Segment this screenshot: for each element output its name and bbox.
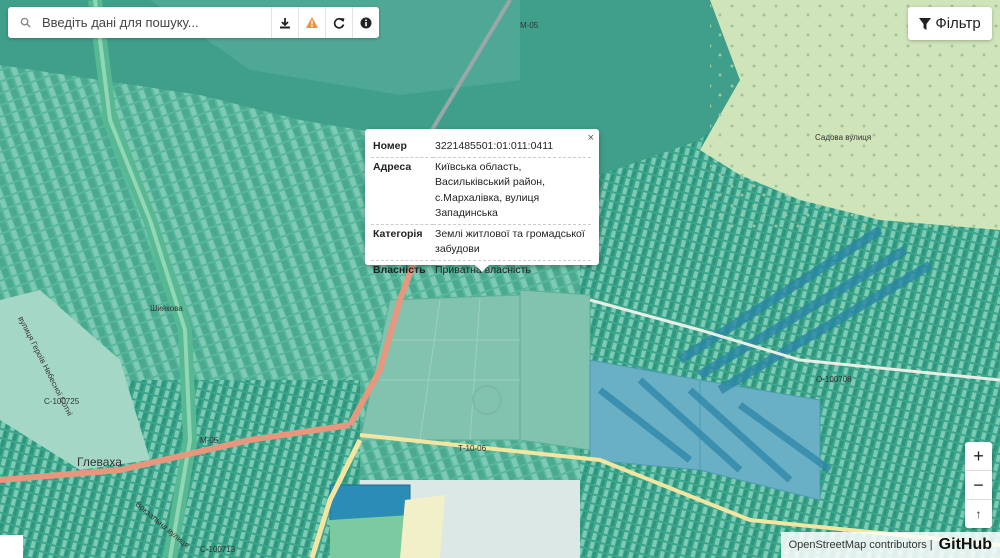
row-value-category: Землі житлової та громадської забудови — [435, 227, 585, 256]
row-key-ownership: Власність — [373, 263, 426, 276]
row-key-number: Номер — [373, 140, 407, 152]
refresh-button[interactable] — [325, 7, 352, 38]
table-row: Власність Приватна власність — [371, 260, 591, 280]
zoom-controls: + − ↑ — [965, 442, 992, 528]
download-button[interactable] — [271, 7, 298, 38]
table-row: Категорія Землі житлової та громадської … — [371, 224, 591, 260]
github-link[interactable]: GitHub — [939, 536, 992, 554]
table-row: Адреса Київська область, Васильківський … — [371, 157, 591, 224]
row-key-address: Адреса — [373, 160, 412, 173]
reset-north-button[interactable]: ↑ — [965, 500, 992, 528]
funnel-icon — [919, 17, 932, 30]
download-icon — [280, 17, 290, 28]
attribution: OpenStreetMap contributors | GitHub — [780, 532, 1000, 558]
search-input[interactable] — [42, 15, 271, 30]
road-label-o100708: О-100708 — [816, 375, 852, 384]
road-label-c100725: С-100725 — [44, 397, 80, 406]
road-label-t1006: Т-10-06 — [458, 444, 487, 453]
parcel-info-table: Номер 3221485501:01:011:0411 Адреса Київ… — [371, 137, 591, 280]
filter-button[interactable]: Фільтр — [908, 7, 992, 40]
row-value-address: Київська область, Васильківський район, … — [435, 160, 546, 220]
warning-button[interactable] — [298, 7, 325, 38]
parcel-info-popup: × Номер 3221485501:01:011:0411 Адреса Ки… — [365, 129, 599, 276]
place-label-shyakova: Шиякова — [150, 304, 183, 313]
table-row: Номер 3221485501:01:011:0411 — [371, 137, 591, 157]
road-label-c100713: С-100713 — [200, 545, 236, 554]
warning-icon — [306, 17, 318, 28]
search-icon — [8, 17, 42, 28]
zoom-out-button[interactable]: − — [965, 471, 992, 500]
row-value-ownership: Приватна власність — [435, 263, 531, 276]
filter-label: Фільтр — [935, 15, 981, 32]
zoom-in-button[interactable]: + — [965, 442, 992, 471]
road-label-m05-top: М-05 — [520, 21, 539, 30]
row-key-category: Категорія — [373, 227, 423, 240]
info-icon — [360, 17, 372, 28]
info-button[interactable] — [352, 7, 379, 38]
street-label-sadova: Садова вулиця — [815, 133, 871, 142]
search-bar — [8, 7, 379, 38]
row-value-number: 3221485501:01:011:0411 — [435, 140, 554, 152]
place-label-hlevakha: Глеваха — [77, 455, 122, 469]
corner-control[interactable] — [0, 535, 23, 558]
refresh-icon — [333, 17, 345, 29]
osm-attribution-link[interactable]: OpenStreetMap contributors | — [789, 539, 933, 551]
road-label-m05-bottom: М-05 — [200, 436, 219, 445]
